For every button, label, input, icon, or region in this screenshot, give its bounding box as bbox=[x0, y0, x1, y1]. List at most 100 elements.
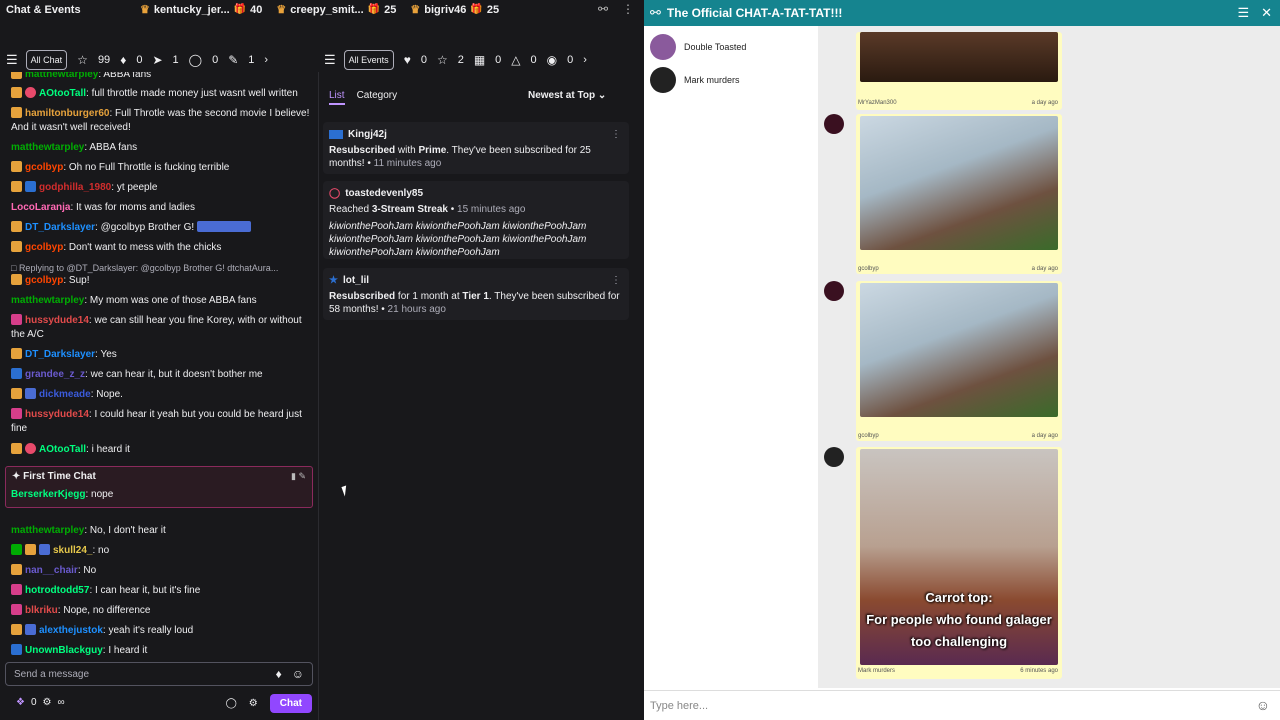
filter-gifts[interactable]: ▦ 0 bbox=[474, 53, 501, 67]
member-name: Mark murders bbox=[684, 75, 740, 85]
vip-badge-icon bbox=[11, 584, 22, 595]
all-events-chip[interactable]: All Events bbox=[343, 50, 394, 70]
chat-text: No bbox=[83, 565, 97, 576]
event-username[interactable]: Kingj42j bbox=[348, 128, 387, 141]
column-divider[interactable] bbox=[318, 72, 319, 720]
chat-bottom-bar: ❖ 0 ⚙ ∞ ◯ ⚙ Chat bbox=[0, 692, 318, 716]
chat-username[interactable]: AOtooTall bbox=[39, 88, 86, 99]
chat-username[interactable]: hamiltonburger60 bbox=[25, 108, 109, 119]
gifter-1[interactable]: ♛ kentucky_jer... 🎁 40 bbox=[140, 3, 262, 17]
filter-raids[interactable]: △ 0 bbox=[511, 53, 536, 67]
menu-icon[interactable]: ☰ bbox=[6, 52, 18, 68]
chevron-right-icon[interactable]: › bbox=[264, 54, 268, 66]
filter-other[interactable]: ◉ 0 bbox=[547, 53, 574, 67]
chat-username[interactable]: matthewtarpley bbox=[11, 142, 84, 153]
panel-title: Chat & Events bbox=[6, 4, 81, 16]
chat-username[interactable]: hotrodtodd57 bbox=[25, 585, 89, 596]
chat-username[interactable]: LocoLaranja bbox=[11, 202, 70, 213]
menu-icon[interactable]: ☰ bbox=[1237, 5, 1249, 21]
chat-username[interactable]: gcolbyp bbox=[25, 162, 63, 173]
event-username[interactable]: toastedevenly85 bbox=[345, 187, 423, 200]
heart-icon: ♥ bbox=[403, 53, 411, 67]
chat-message: skull24_: no bbox=[11, 544, 311, 558]
chat-username[interactable]: blkriku bbox=[25, 605, 58, 616]
bits-icon[interactable]: ♦ bbox=[276, 667, 282, 681]
chat-username[interactable]: AOtooTall bbox=[39, 444, 86, 455]
chat-username[interactable]: DT_Darkslayer bbox=[25, 222, 95, 233]
member-item[interactable]: Double Toasted bbox=[650, 34, 746, 60]
chevron-right-icon[interactable]: › bbox=[583, 54, 587, 66]
shield-icon[interactable]: ◯ bbox=[226, 698, 237, 709]
filter-pin[interactable]: ✎ 1 bbox=[228, 53, 254, 67]
chat-username[interactable]: alexthejustok bbox=[39, 625, 103, 636]
chat-message: blkriku: Nope, no difference bbox=[11, 604, 311, 618]
gifter-2[interactable]: ♛ creepy_smit... 🎁 25 bbox=[276, 3, 396, 17]
image-post: Carrot top: For people who found galager… bbox=[856, 447, 1062, 679]
chat-username[interactable]: grandee_z_z bbox=[25, 369, 85, 380]
event-tier: Prime bbox=[418, 145, 447, 156]
gear-icon[interactable]: ⚙ bbox=[249, 698, 258, 709]
chat-message: dickmeade: Nope. bbox=[11, 388, 311, 402]
filter-bits[interactable]: ♦ 0 bbox=[120, 53, 142, 67]
input-icons: ♦ ☺ bbox=[276, 667, 304, 681]
chat-username[interactable]: matthewtarpley bbox=[11, 525, 84, 536]
vip-badge-icon bbox=[11, 604, 22, 615]
chat-username[interactable]: matthewtarpley bbox=[11, 295, 84, 306]
post-image[interactable] bbox=[860, 283, 1058, 417]
chat-username[interactable]: gcolbyp bbox=[25, 275, 63, 286]
first-time-actions[interactable]: ▮ ✎ bbox=[291, 471, 306, 482]
send-message-input[interactable]: Send a message ♦ ☺ bbox=[5, 662, 313, 686]
emote-icon[interactable]: ☺ bbox=[292, 667, 304, 681]
vip-badge-icon bbox=[11, 408, 22, 419]
post-image[interactable] bbox=[860, 32, 1058, 82]
tab-category[interactable]: Category bbox=[357, 90, 398, 105]
reply-indicator[interactable]: □ Replying to @DT_Darkslayer: @gcolbyp B… bbox=[11, 261, 311, 275]
post-image[interactable]: Carrot top: For people who found galager… bbox=[860, 449, 1058, 665]
member-item[interactable]: Mark murders bbox=[650, 67, 740, 93]
chat-username[interactable]: UnownBlackguy bbox=[25, 645, 103, 656]
more-icon[interactable]: ⋮ bbox=[611, 274, 621, 287]
post-image[interactable] bbox=[860, 116, 1058, 250]
filter-stars[interactable]: ☆ 99 bbox=[77, 53, 110, 67]
chat-username[interactable]: godphilla_1980 bbox=[39, 182, 111, 193]
more-icon[interactable]: ⋮ bbox=[622, 2, 634, 16]
manage-users-icon[interactable]: ⚯ bbox=[598, 2, 608, 16]
chat-username[interactable]: BerserkerKjegg bbox=[11, 489, 85, 500]
filter-shield[interactable]: ◯ 0 bbox=[189, 53, 219, 67]
event-time: 15 minutes ago bbox=[457, 204, 526, 215]
chat-username[interactable]: DT_Darkslayer bbox=[25, 349, 95, 360]
more-icon[interactable]: ⋮ bbox=[611, 128, 621, 141]
sub-badge-icon: ♛ bbox=[276, 4, 287, 16]
filter-hearts[interactable]: ♥ 0 bbox=[404, 53, 427, 67]
meme-caption: Carrot top: For people who found galager… bbox=[866, 590, 1052, 649]
all-chat-chip[interactable]: All Chat bbox=[25, 50, 68, 70]
filter-stars[interactable]: ☆ 2 bbox=[437, 53, 464, 67]
emoji-icon[interactable]: ☺ bbox=[1256, 697, 1270, 713]
channel-points[interactable]: ❖ 0 ⚙ ∞ bbox=[16, 697, 65, 708]
chat-username[interactable]: gcolbyp bbox=[25, 242, 63, 253]
event-username[interactable]: lot_lil bbox=[343, 274, 369, 287]
avatar bbox=[824, 281, 844, 301]
chat-username[interactable]: hussydude14 bbox=[25, 409, 89, 420]
gifter-name: bigriv46 bbox=[424, 3, 467, 16]
tab-list[interactable]: List bbox=[329, 90, 345, 105]
post-meta: gcolbyp a day ago bbox=[858, 433, 1058, 439]
close-icon[interactable]: ✕ bbox=[1261, 5, 1272, 21]
chat-username[interactable]: nan__chair bbox=[25, 565, 78, 576]
chat-text: No, I don't hear it bbox=[89, 525, 166, 536]
sort-dropdown[interactable]: Newest at Top ⌄ bbox=[528, 90, 606, 101]
chat-username[interactable]: dickmeade bbox=[39, 389, 91, 400]
star-icon: ☆ bbox=[77, 53, 88, 67]
chat-username[interactable]: hussydude14 bbox=[25, 315, 89, 326]
sub-badge-icon bbox=[11, 221, 22, 232]
chat-message: AOtooTall: full throttle made money just… bbox=[11, 87, 311, 101]
chat-username[interactable]: matthewtarpley bbox=[25, 72, 98, 80]
group-message-input[interactable]: Type here... ☺ bbox=[644, 690, 1280, 720]
chat-text: ABBA fans bbox=[89, 142, 138, 153]
chat-send-button[interactable]: Chat bbox=[269, 694, 312, 713]
chat-username[interactable]: skull24_ bbox=[53, 545, 92, 556]
filter-raid[interactable]: ➤ 1 bbox=[152, 53, 178, 67]
menu-icon[interactable]: ☰ bbox=[324, 52, 336, 68]
chat-message: matthewtarpley: ABBA fans bbox=[11, 142, 138, 153]
gifter-3[interactable]: ♛ bigriv46 🎁 25 bbox=[410, 3, 499, 17]
